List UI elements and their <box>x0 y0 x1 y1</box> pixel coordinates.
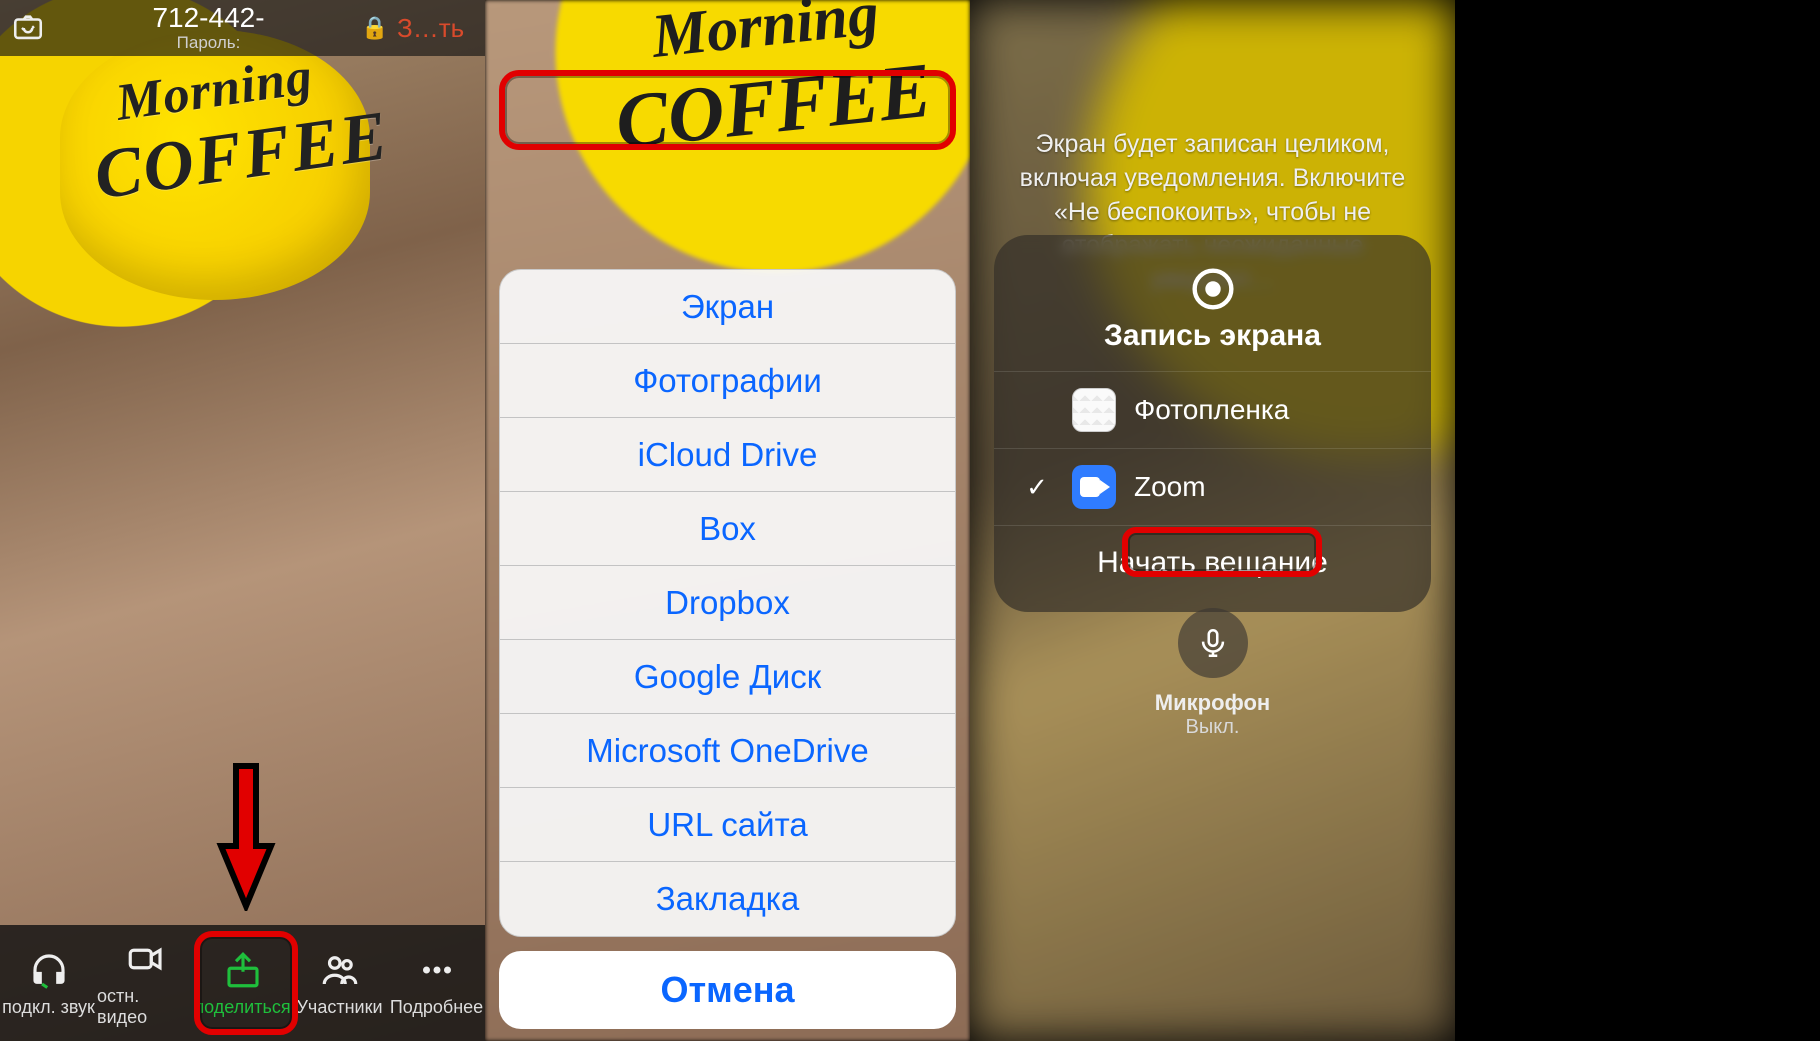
zoom-app-label: Zoom <box>1134 471 1206 503</box>
broadcast-app-zoom[interactable]: ✓ Zoom <box>994 448 1431 525</box>
more-icon <box>416 949 458 991</box>
start-broadcast-label: Начать вещание <box>1097 546 1328 579</box>
zoom-check-icon: ✓ <box>1020 472 1054 503</box>
flip-camera-button[interactable] <box>0 11 56 45</box>
share-option-bookmark[interactable]: Закладка <box>500 862 955 936</box>
microphone-toggle[interactable]: Микрофон Выкл. <box>970 608 1455 739</box>
toolbar-share-label: поделиться <box>194 997 290 1018</box>
flip-camera-icon <box>11 11 45 45</box>
participants-icon <box>319 949 361 991</box>
photos-app-icon <box>1072 388 1116 432</box>
share-cancel-button[interactable]: Отмена <box>499 951 956 1029</box>
start-broadcast-button[interactable]: Начать вещание <box>994 525 1431 584</box>
share-option-photos[interactable]: Фотографии <box>500 344 955 418</box>
panel-zoom-meeting: Morning COFFEE 712-442- Пароль: 🔒 З…ть <box>0 0 485 1041</box>
photos-app-label: Фотопленка <box>1134 394 1289 426</box>
share-options-list: Экран Фотографии iCloud Drive Box Dropbo… <box>499 269 956 937</box>
meeting-id: 712-442- <box>56 3 361 34</box>
toolbar-video-label: остн. видео <box>97 986 194 1028</box>
toolbar-more-label: Подробнее <box>390 997 483 1018</box>
lock-icon: 🔒 <box>361 15 397 41</box>
end-meeting-button[interactable]: З…ть <box>397 13 485 44</box>
share-option-google-drive[interactable]: Google Диск <box>500 640 955 714</box>
zoom-app-icon <box>1072 465 1116 509</box>
meeting-top-bar: 712-442- Пароль: 🔒 З…ть <box>0 0 485 56</box>
broadcast-app-photos[interactable]: Фотопленка <box>994 371 1431 448</box>
toolbar-participants-button[interactable]: Участники <box>291 925 388 1041</box>
broadcast-card-title: Запись экрана <box>994 319 1431 353</box>
share-option-icloud[interactable]: iCloud Drive <box>500 418 955 492</box>
toolbar-participants-label: Участники <box>297 997 383 1018</box>
toolbar-audio-button[interactable]: подкл. звук <box>0 925 97 1041</box>
toolbar-video-button[interactable]: остн. видео <box>97 925 194 1041</box>
microphone-icon <box>1196 626 1230 660</box>
broadcast-card: Запись экрана Фотопленка ✓ Zoom Начать в… <box>994 235 1431 612</box>
share-icon <box>222 949 264 991</box>
share-option-screen[interactable]: Экран <box>500 270 955 344</box>
panel-share-sheet: Morning COFFEE Экран Фотографии iCloud D… <box>485 0 970 1041</box>
toolbar-more-button[interactable]: Подробнее <box>388 925 485 1041</box>
meeting-password-label: Пароль: <box>56 34 361 53</box>
toolbar-audio-label: подкл. звук <box>2 997 95 1018</box>
action-sheet: Экран Фотографии iCloud Drive Box Dropbo… <box>499 269 956 1029</box>
microphone-state: Выкл. <box>970 716 1455 739</box>
share-option-box[interactable]: Box <box>500 492 955 566</box>
record-icon <box>1191 267 1235 311</box>
microphone-button[interactable] <box>1178 608 1248 678</box>
headphones-icon <box>28 949 70 991</box>
meeting-info[interactable]: 712-442- Пароль: <box>56 3 361 52</box>
share-option-dropbox[interactable]: Dropbox <box>500 566 955 640</box>
panel-screen-broadcast: Экран будет записан целиком, включая уве… <box>970 0 1455 1041</box>
video-icon <box>125 938 167 980</box>
microphone-label: Микрофон <box>970 690 1455 716</box>
share-option-url[interactable]: URL сайта <box>500 788 955 862</box>
meeting-toolbar: подкл. звук остн. видео поделиться Участ… <box>0 925 485 1041</box>
share-option-onedrive[interactable]: Microsoft OneDrive <box>500 714 955 788</box>
toolbar-share-button[interactable]: поделиться <box>194 925 291 1041</box>
